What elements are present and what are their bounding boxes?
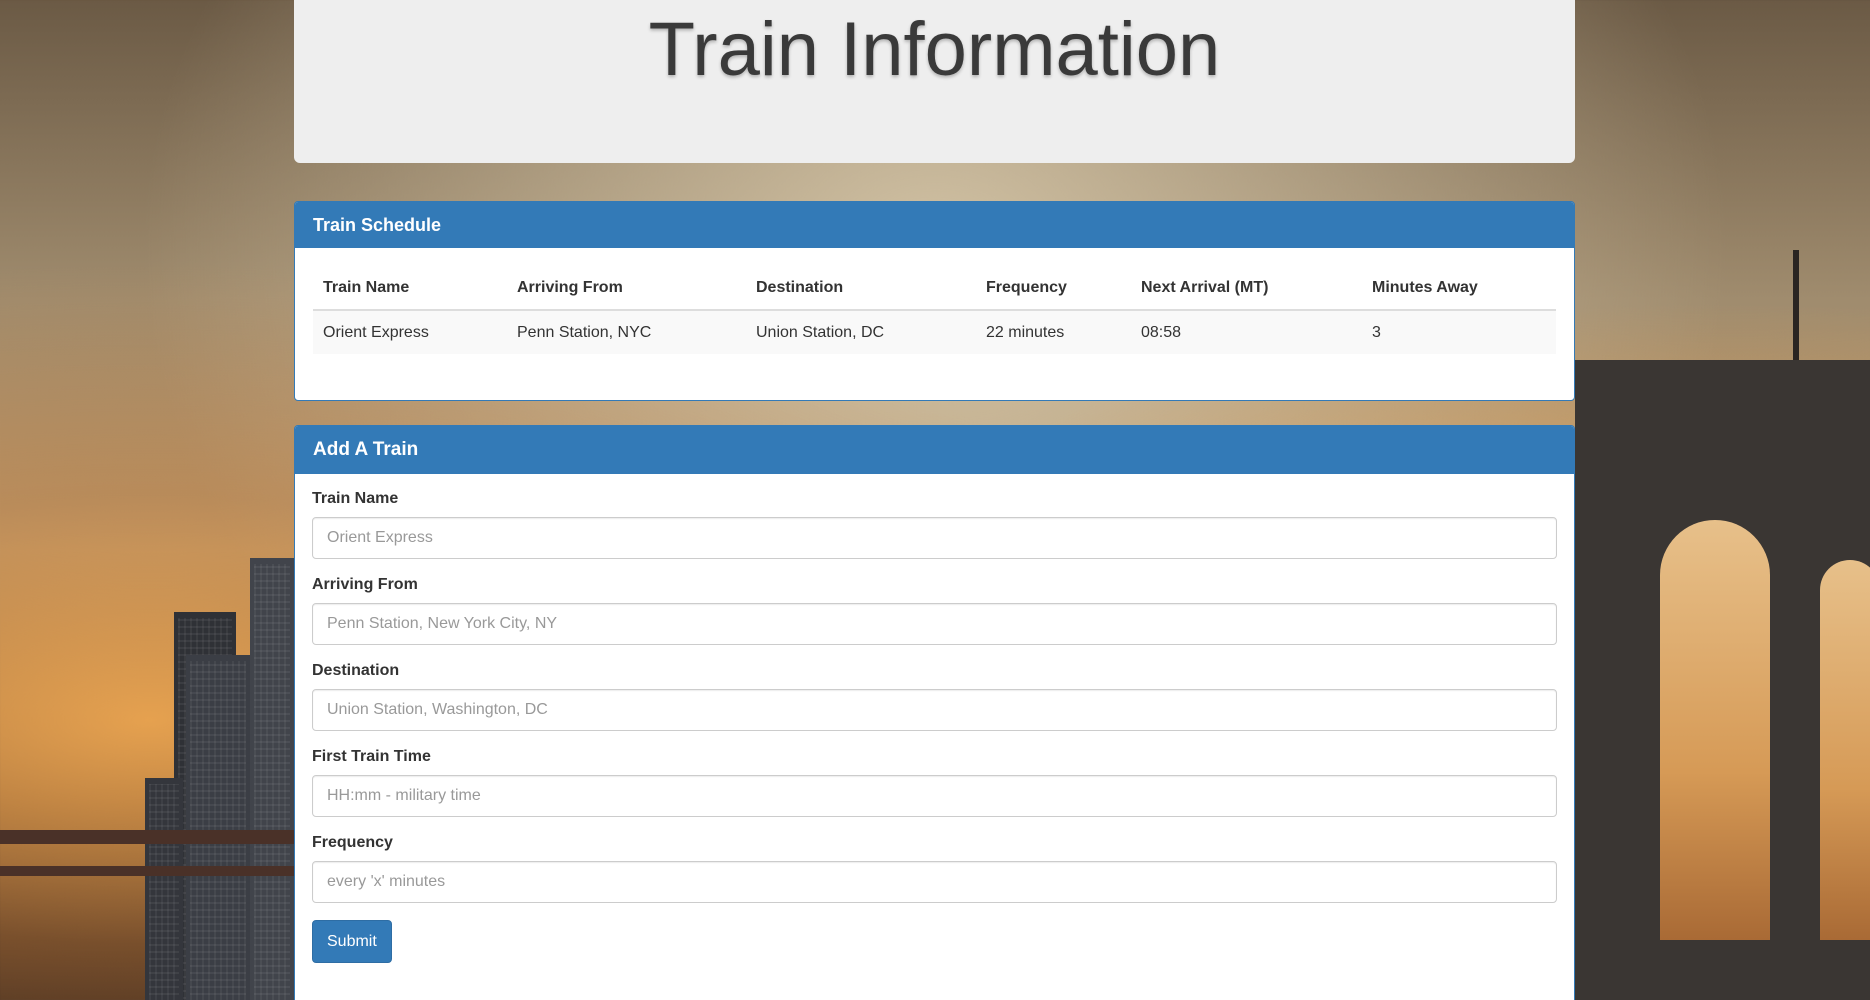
train-name-label: Train Name bbox=[312, 490, 399, 507]
first-train-time-label: First Train Time bbox=[312, 748, 431, 765]
column-header-next-arrival: Next Arrival (MT) bbox=[1131, 266, 1362, 311]
form-group-arriving-from: Arriving From bbox=[312, 576, 1557, 645]
form-group-frequency: Frequency bbox=[312, 834, 1557, 903]
submit-button[interactable]: Submit bbox=[312, 920, 392, 963]
cell-frequency: 22 minutes bbox=[976, 310, 1131, 354]
cell-destination: Union Station, DC bbox=[746, 310, 976, 354]
table-header-row: Train Name Arriving From Destination Fre… bbox=[313, 266, 1556, 311]
add-train-form: Train Name Arriving From Destination Fir… bbox=[295, 474, 1574, 979]
column-header-arriving-from: Arriving From bbox=[507, 266, 746, 311]
form-group-train-name: Train Name bbox=[312, 490, 1557, 559]
train-schedule-heading: Train Schedule bbox=[295, 202, 1574, 248]
main-container: Train Information Train Schedule Train N… bbox=[294, 0, 1575, 1000]
add-train-panel: Add A Train Train Name Arriving From Des… bbox=[294, 425, 1575, 1000]
cell-minutes-away: 3 bbox=[1362, 310, 1556, 354]
jumbotron: Train Information bbox=[294, 0, 1575, 163]
frequency-input[interactable] bbox=[312, 861, 1557, 903]
form-group-destination: Destination bbox=[312, 662, 1557, 731]
add-train-heading: Add A Train bbox=[295, 426, 1574, 474]
train-schedule-body: Train Name Arriving From Destination Fre… bbox=[295, 248, 1574, 372]
train-schedule-panel: Train Schedule Train Name Arriving From … bbox=[294, 201, 1575, 401]
cell-train-name: Orient Express bbox=[313, 310, 507, 354]
frequency-label: Frequency bbox=[312, 834, 393, 851]
form-group-first-train-time: First Train Time bbox=[312, 748, 1557, 817]
arriving-from-input[interactable] bbox=[312, 603, 1557, 645]
page-title: Train Information bbox=[648, 7, 1221, 92]
cell-arriving-from: Penn Station, NYC bbox=[507, 310, 746, 354]
destination-input[interactable] bbox=[312, 689, 1557, 731]
train-schedule-table: Train Name Arriving From Destination Fre… bbox=[313, 266, 1556, 354]
first-train-time-input[interactable] bbox=[312, 775, 1557, 817]
column-header-destination: Destination bbox=[746, 266, 976, 311]
train-name-input[interactable] bbox=[312, 517, 1557, 559]
destination-label: Destination bbox=[312, 662, 400, 679]
column-header-minutes-away: Minutes Away bbox=[1362, 266, 1556, 311]
column-header-frequency: Frequency bbox=[976, 266, 1131, 311]
arriving-from-label: Arriving From bbox=[312, 576, 418, 593]
column-header-train-name: Train Name bbox=[313, 266, 507, 311]
table-row: Orient Express Penn Station, NYC Union S… bbox=[313, 310, 1556, 354]
cell-next-arrival: 08:58 bbox=[1131, 310, 1362, 354]
